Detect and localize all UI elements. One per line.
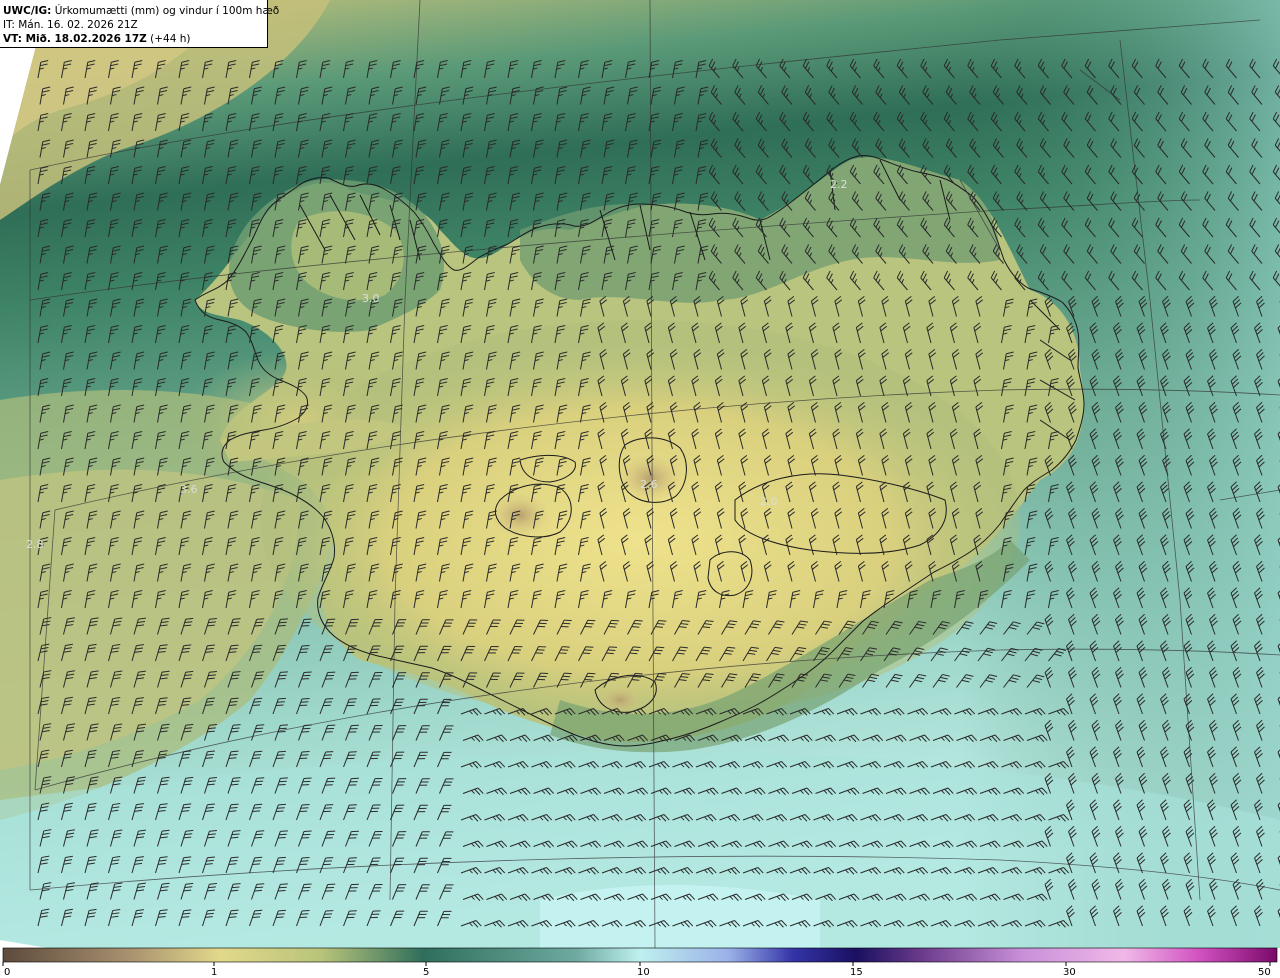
colorbar-tick-label: 0 [4,967,10,978]
colorbar-tick-label: 10 [637,967,650,978]
colorbar-tick-label: 1 [211,967,217,978]
contour-label: 2.2 [830,178,848,191]
weather-map: 3.0 3.6 2.8 2.0 2.6 2.2 0 1 5 10 15 30 50 UWC/IG: Ú… [0,0,1280,978]
contour-label: 3.0 [362,292,380,305]
title-line-1: UWC/IG: Úrkomumætti (mm) og vindur í 100… [3,5,280,17]
title-line-2: IT: Mán. 16. 02. 2026 21Z [3,19,138,31]
colorbar-tick-label: 5 [423,967,429,978]
title-line-3: VT: Mið. 18.02.2026 17Z (+44 h) [3,33,191,45]
contour-label: 2.6 [640,478,658,491]
map-title-box: UWC/IG: Úrkomumætti (mm) og vindur í 100… [0,0,280,48]
colorbar-tick-label: 50 [1258,967,1271,978]
colorbar: 0 1 5 10 15 30 50 [2,947,1278,978]
contour-label: 2.0 [760,495,778,508]
contour-label: 2.8 [26,538,44,551]
colorbar-tick-label: 30 [1063,967,1076,978]
colorbar-tick-label: 15 [850,967,863,978]
precipitation-map-canvas: 3.03.62.82.02.62.2 0 1 5 10 15 30 50 [0,0,1280,978]
contour-label: 3.6 [180,483,198,496]
